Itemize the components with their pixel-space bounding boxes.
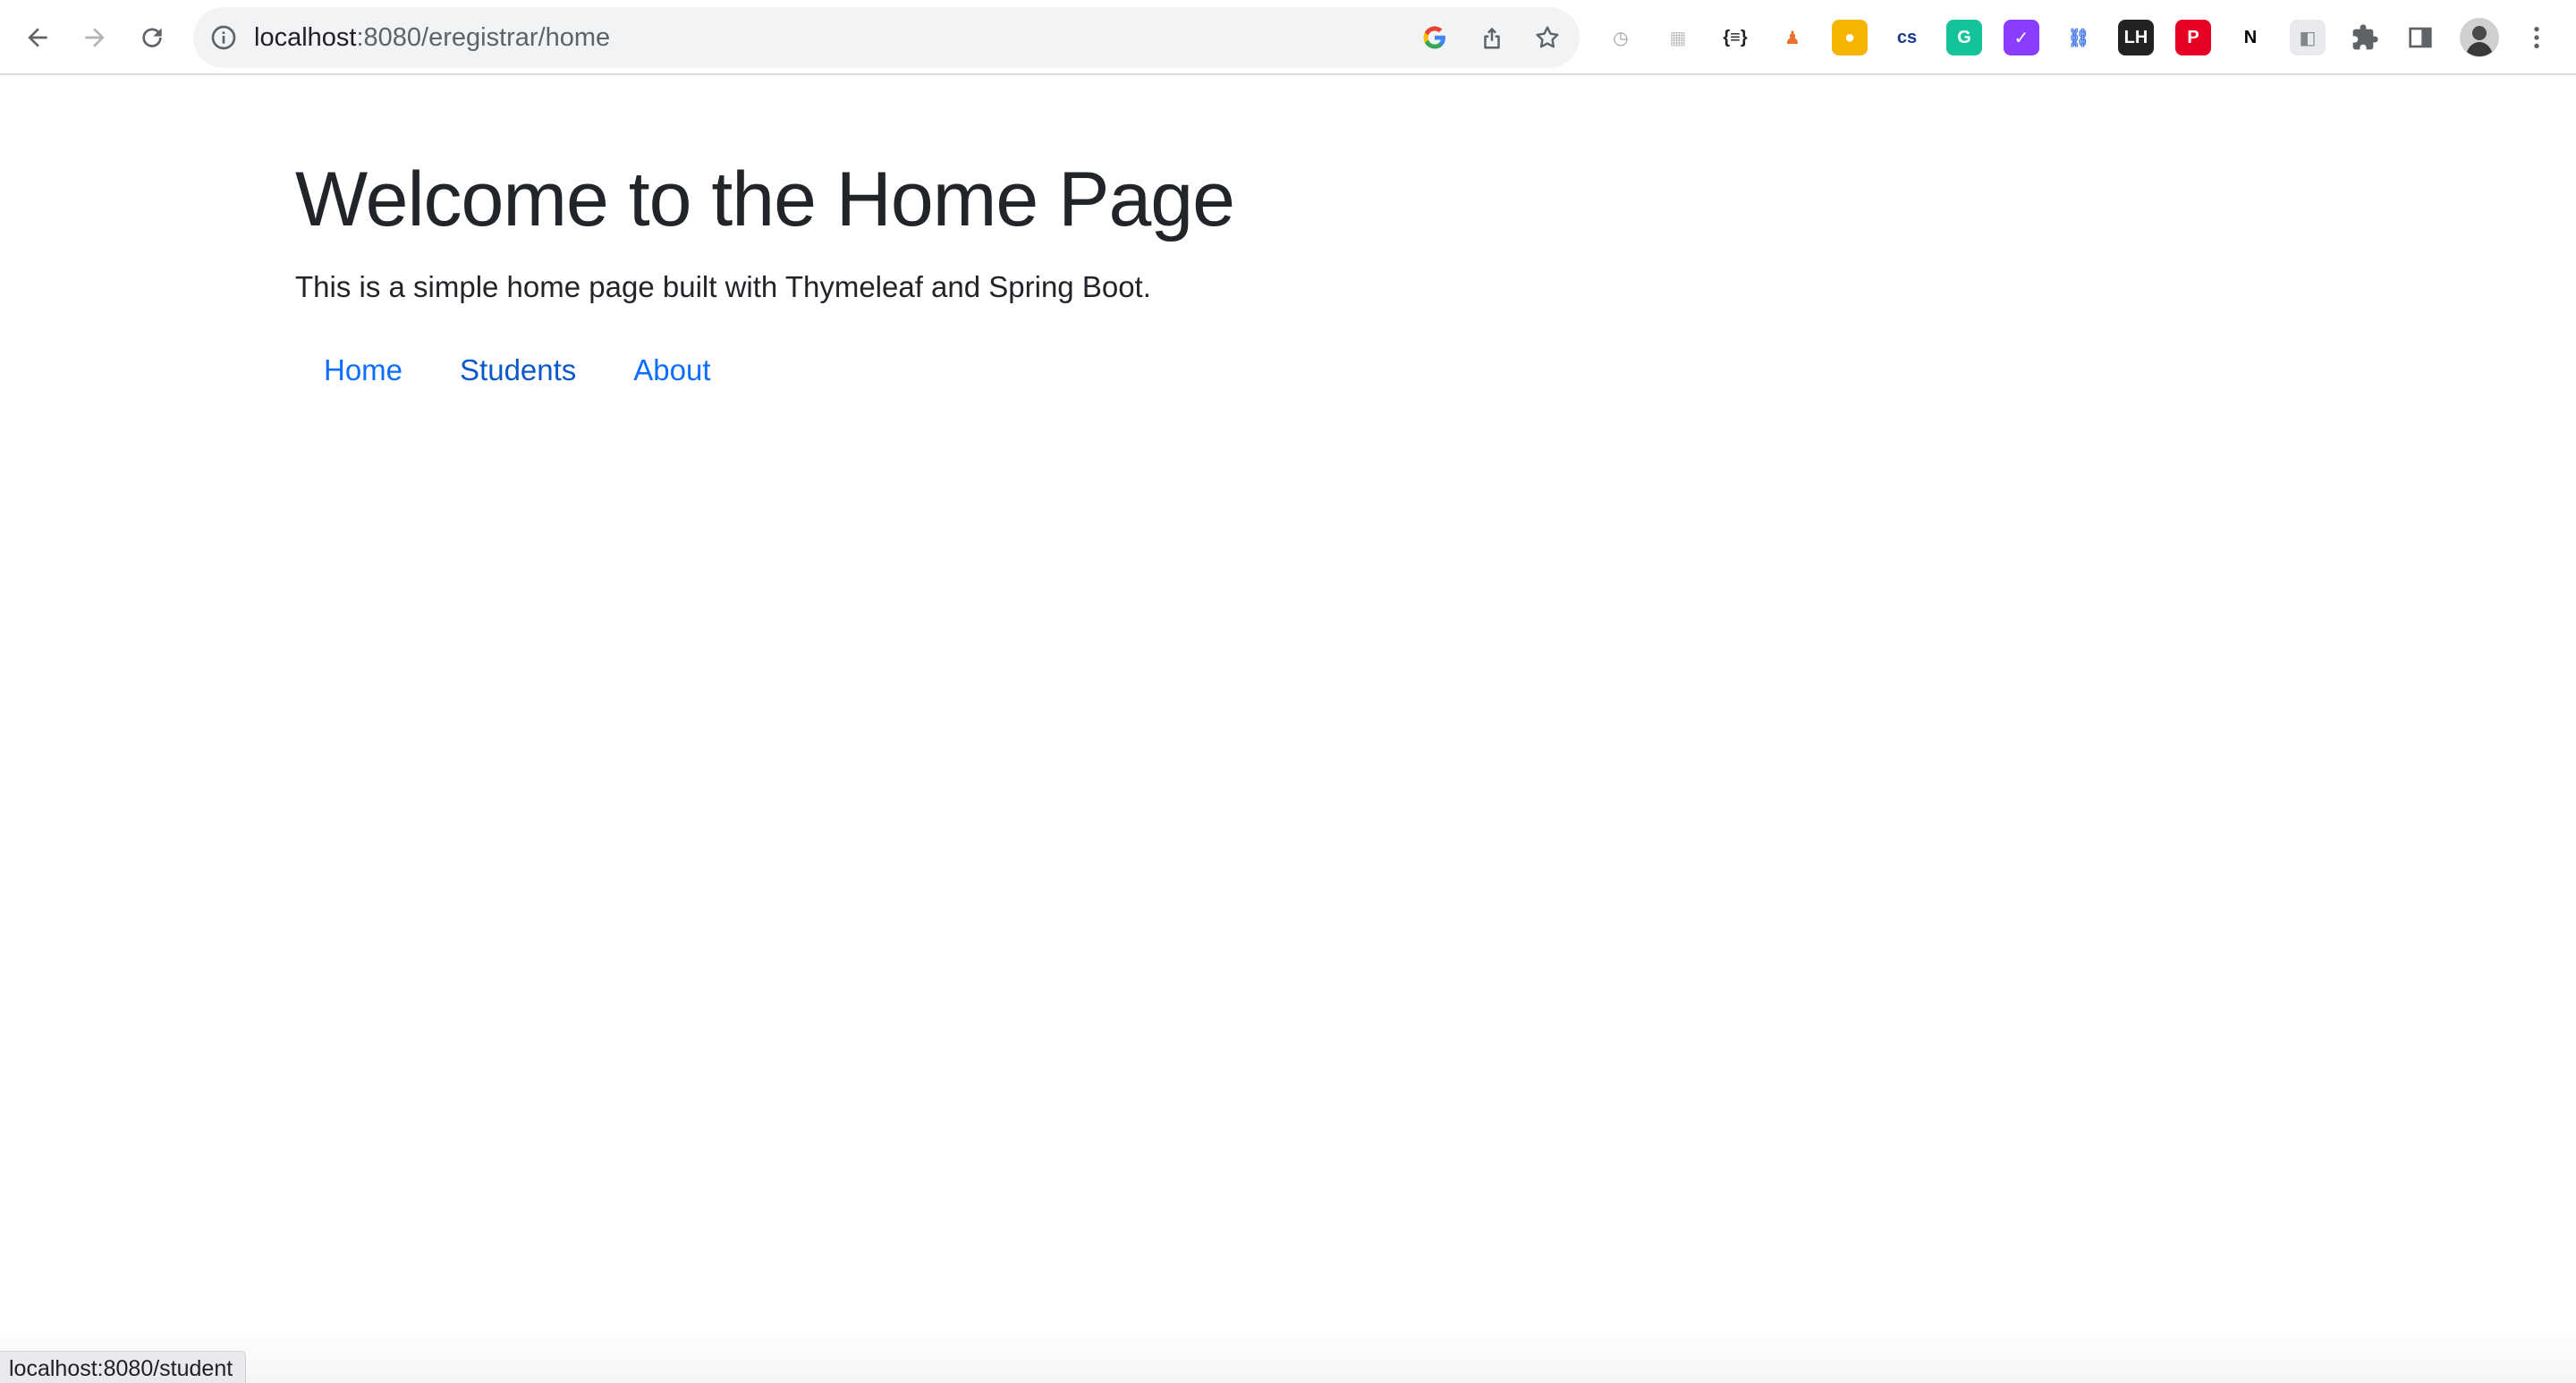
star-icon[interactable] bbox=[1531, 21, 1563, 54]
keep-extension-icon[interactable]: ● bbox=[1832, 20, 1868, 55]
lh-extension-icon[interactable]: LH bbox=[2118, 20, 2154, 55]
browser-toolbar: localhost:8080/eregistrar/home ◷ ▦ {≡} ♟… bbox=[0, 0, 2576, 75]
side-panel-icon bbox=[2409, 27, 2432, 48]
browser-window: localhost:8080/eregistrar/home ◷ ▦ {≡} ♟… bbox=[0, 0, 2576, 1383]
main-nav: Home Students About bbox=[295, 347, 740, 394]
profile-button[interactable] bbox=[2458, 16, 2501, 59]
address-bar[interactable]: localhost:8080/eregistrar/home bbox=[193, 7, 1580, 68]
browser-menu-button[interactable] bbox=[2515, 16, 2558, 59]
info-icon[interactable] bbox=[209, 23, 238, 52]
avatar bbox=[2460, 18, 2499, 57]
forward-button[interactable] bbox=[73, 16, 116, 59]
kebab-menu-icon bbox=[2534, 27, 2539, 48]
chess-extension-icon[interactable]: ♟ bbox=[1775, 20, 1810, 55]
url-host: localhost bbox=[254, 23, 357, 52]
grid-extension-icon[interactable]: ▦ bbox=[1660, 20, 1696, 55]
address-url[interactable]: localhost:8080/eregistrar/home bbox=[254, 7, 610, 68]
json-extension-icon[interactable]: {≡} bbox=[1717, 20, 1753, 55]
photo-extension-icon[interactable]: ◧ bbox=[2290, 20, 2326, 55]
arrow-right-icon bbox=[85, 28, 105, 47]
nav-link-about[interactable]: About bbox=[605, 347, 739, 394]
reload-icon bbox=[142, 28, 162, 47]
google-icon[interactable] bbox=[1419, 21, 1451, 54]
reload-button[interactable] bbox=[131, 16, 174, 59]
nav-link-students[interactable]: Students bbox=[431, 347, 605, 394]
extensions-button[interactable] bbox=[2343, 16, 2386, 59]
page-heading: Welcome to the Home Page bbox=[295, 157, 1235, 242]
page-lead-text: This is a simple home page built with Th… bbox=[295, 270, 1151, 303]
bottom-shade bbox=[0, 1329, 2576, 1383]
pinterest-extension-icon[interactable]: P bbox=[2175, 20, 2211, 55]
grammarly-extension-icon[interactable]: G bbox=[1946, 20, 1982, 55]
puzzle-icon bbox=[2352, 24, 2378, 50]
nav-link-home[interactable]: Home bbox=[295, 347, 431, 394]
purple-extension-icon[interactable]: ✓ bbox=[2004, 20, 2039, 55]
side-panel-button[interactable] bbox=[2399, 16, 2442, 59]
notion-extension-icon[interactable]: N bbox=[2233, 20, 2268, 55]
timer-extension-icon[interactable]: ◷ bbox=[1603, 20, 1639, 55]
arrow-left-icon bbox=[28, 28, 47, 47]
back-button[interactable] bbox=[16, 16, 59, 59]
share-icon[interactable] bbox=[1476, 21, 1508, 54]
link-extension-icon[interactable]: ⛓ bbox=[2061, 20, 2097, 55]
status-bar-url: localhost:8080/student bbox=[0, 1351, 247, 1383]
css-extension-icon[interactable]: cs bbox=[1889, 20, 1925, 55]
url-path: :8080/eregistrar/home bbox=[356, 23, 611, 52]
